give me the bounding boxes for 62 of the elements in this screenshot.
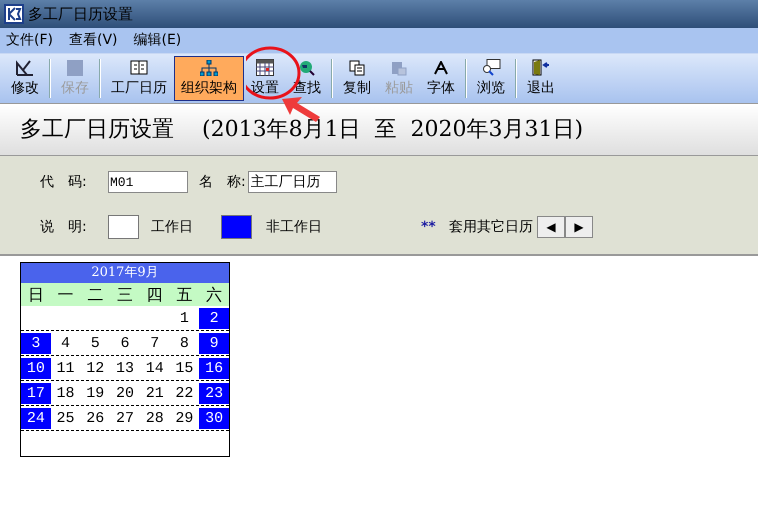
toolbar-button[interactable]: 设置 <box>244 56 286 101</box>
weekday-header: 三 <box>116 284 134 306</box>
window-title: 多工厂日历设置 <box>28 4 133 25</box>
day-cell[interactable]: 29 <box>170 408 200 429</box>
toolbar-button[interactable]: 工厂日历 <box>104 56 174 101</box>
next-button[interactable]: ▶ <box>565 216 593 238</box>
day-cell[interactable]: 9 <box>199 333 229 354</box>
name-field[interactable]: 主工厂日历 <box>248 171 337 193</box>
previous-button[interactable]: ◀ <box>537 216 565 238</box>
weekday-header: 六 <box>205 284 224 306</box>
day-cell[interactable]: 7 <box>140 333 170 354</box>
toolbar-button[interactable]: 修改 <box>4 56 46 101</box>
menu-item[interactable]: 编辑(E) <box>134 30 182 51</box>
day-cell[interactable]: 27 <box>110 408 140 429</box>
workday-label: 工作日 <box>151 218 194 236</box>
day-cell[interactable]: 30 <box>199 408 229 429</box>
day-cell[interactable]: 8 <box>170 333 200 354</box>
menu-item[interactable]: 文件(F) <box>6 30 53 51</box>
toolbar-button[interactable]: 退出 <box>520 56 562 101</box>
day-cell[interactable]: 10 <box>21 358 51 379</box>
month-title: 2017年9月 <box>21 263 229 283</box>
day-cell[interactable]: 15 <box>170 358 200 379</box>
day-cell[interactable]: 11 <box>50 358 80 379</box>
day-cell[interactable]: 12 <box>80 358 110 379</box>
weekday-header: 一 <box>56 284 75 306</box>
day-cell[interactable]: 21 <box>140 383 170 404</box>
day-cell[interactable]: 5 <box>80 333 110 354</box>
day-cell[interactable]: 1 <box>170 308 200 329</box>
day-cell[interactable]: 18 <box>50 383 80 404</box>
toolbar-button[interactable]: 浏览 <box>470 56 512 101</box>
day-cell[interactable]: 19 <box>80 383 110 404</box>
weekday-header: 四 <box>146 284 164 306</box>
day-cell[interactable]: 16 <box>199 358 229 379</box>
toolbar-button[interactable]: 复制 <box>336 56 378 101</box>
mark-label: 套用其它日历 <box>449 218 534 236</box>
code-label: 代 码: <box>40 172 88 192</box>
weekday-header: 二 <box>86 284 104 306</box>
day-cell[interactable]: 28 <box>140 408 170 429</box>
weekday-header: 五 <box>175 284 194 306</box>
weekday-header: 日 <box>26 284 45 306</box>
day-cell[interactable]: 20 <box>110 383 140 404</box>
day-cell[interactable]: 13 <box>110 358 140 379</box>
offday-label: 非工作日 <box>266 218 323 236</box>
day-cell[interactable]: 6 <box>110 333 140 354</box>
day-cell[interactable]: 3 <box>21 333 51 354</box>
day-cell[interactable]: 24 <box>21 408 51 429</box>
name-label: 名 称: <box>199 172 246 192</box>
day-cell[interactable]: 26 <box>80 408 110 429</box>
day-cell[interactable]: 2 <box>199 308 229 329</box>
day-cell[interactable]: 14 <box>140 358 170 379</box>
legend-label: 说 明: <box>40 218 88 236</box>
menu-item[interactable]: 查看(V) <box>68 30 118 51</box>
day-cell[interactable]: 22 <box>170 383 200 404</box>
code-field[interactable]: M01 <box>108 171 188 193</box>
day-cell[interactable]: 23 <box>199 383 229 404</box>
day-cell[interactable]: 17 <box>21 383 51 404</box>
page-title: 多工厂日历设置 <box>20 116 174 144</box>
toolbar-button[interactable]: 组织架构 <box>174 56 244 101</box>
day-cell[interactable]: 25 <box>50 408 80 429</box>
mark-symbol: ** <box>421 218 437 236</box>
toolbar-button[interactable]: 字体 <box>420 56 462 101</box>
day-cell[interactable]: 4 <box>50 333 80 354</box>
